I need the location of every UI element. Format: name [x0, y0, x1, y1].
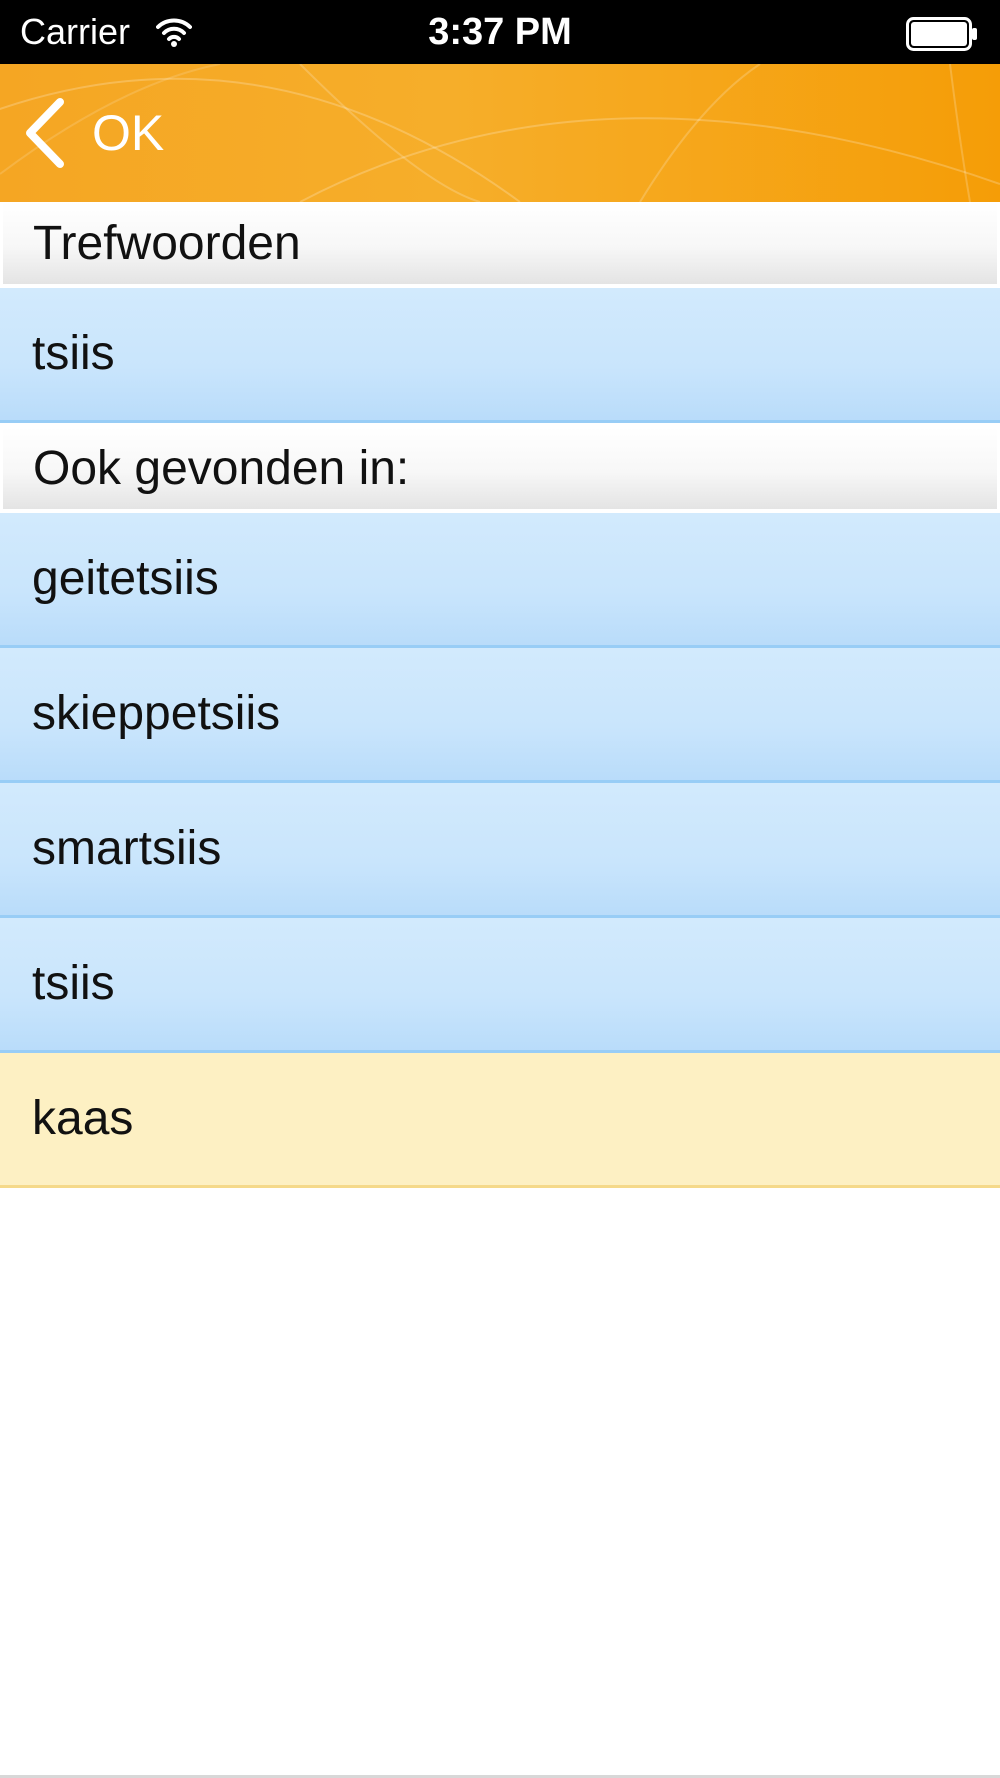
- list-item[interactable]: tsiis: [0, 918, 1000, 1053]
- section-header-ook-gevonden-in: Ook gevonden in:: [3, 427, 997, 513]
- list-item-label: geitetsiis: [32, 552, 219, 605]
- list-item-label: tsiis: [32, 957, 115, 1010]
- navigation-bar: OK: [0, 64, 1000, 202]
- list-item[interactable]: geitetsiis: [0, 513, 1000, 648]
- section-header-label: Trefwoorden: [33, 217, 301, 270]
- list-item-label: smartsiis: [32, 822, 222, 875]
- list-item-label: kaas: [32, 1092, 134, 1145]
- battery-icon: [906, 17, 977, 51]
- section-header-trefwoorden: Trefwoorden: [3, 202, 997, 288]
- chevron-left-icon: [26, 98, 64, 168]
- results-list: Trefwoorden tsiis Ook gevonden in: geite…: [0, 202, 1000, 1188]
- list-item[interactable]: skieppetsiis: [0, 648, 1000, 783]
- list-item-label: skieppetsiis: [32, 687, 281, 740]
- list-item-highlighted[interactable]: kaas: [0, 1053, 1000, 1188]
- clock: 3:37 PM: [428, 11, 572, 53]
- section-header-label: Ook gevonden in:: [33, 442, 410, 495]
- status-bar: Carrier 3:37 PM: [0, 0, 1000, 64]
- back-button[interactable]: OK: [22, 86, 164, 180]
- back-button-label: OK: [92, 105, 165, 161]
- list-item[interactable]: smartsiis: [0, 783, 1000, 918]
- list-item[interactable]: tsiis: [0, 288, 1000, 423]
- list-item-label: tsiis: [32, 327, 115, 380]
